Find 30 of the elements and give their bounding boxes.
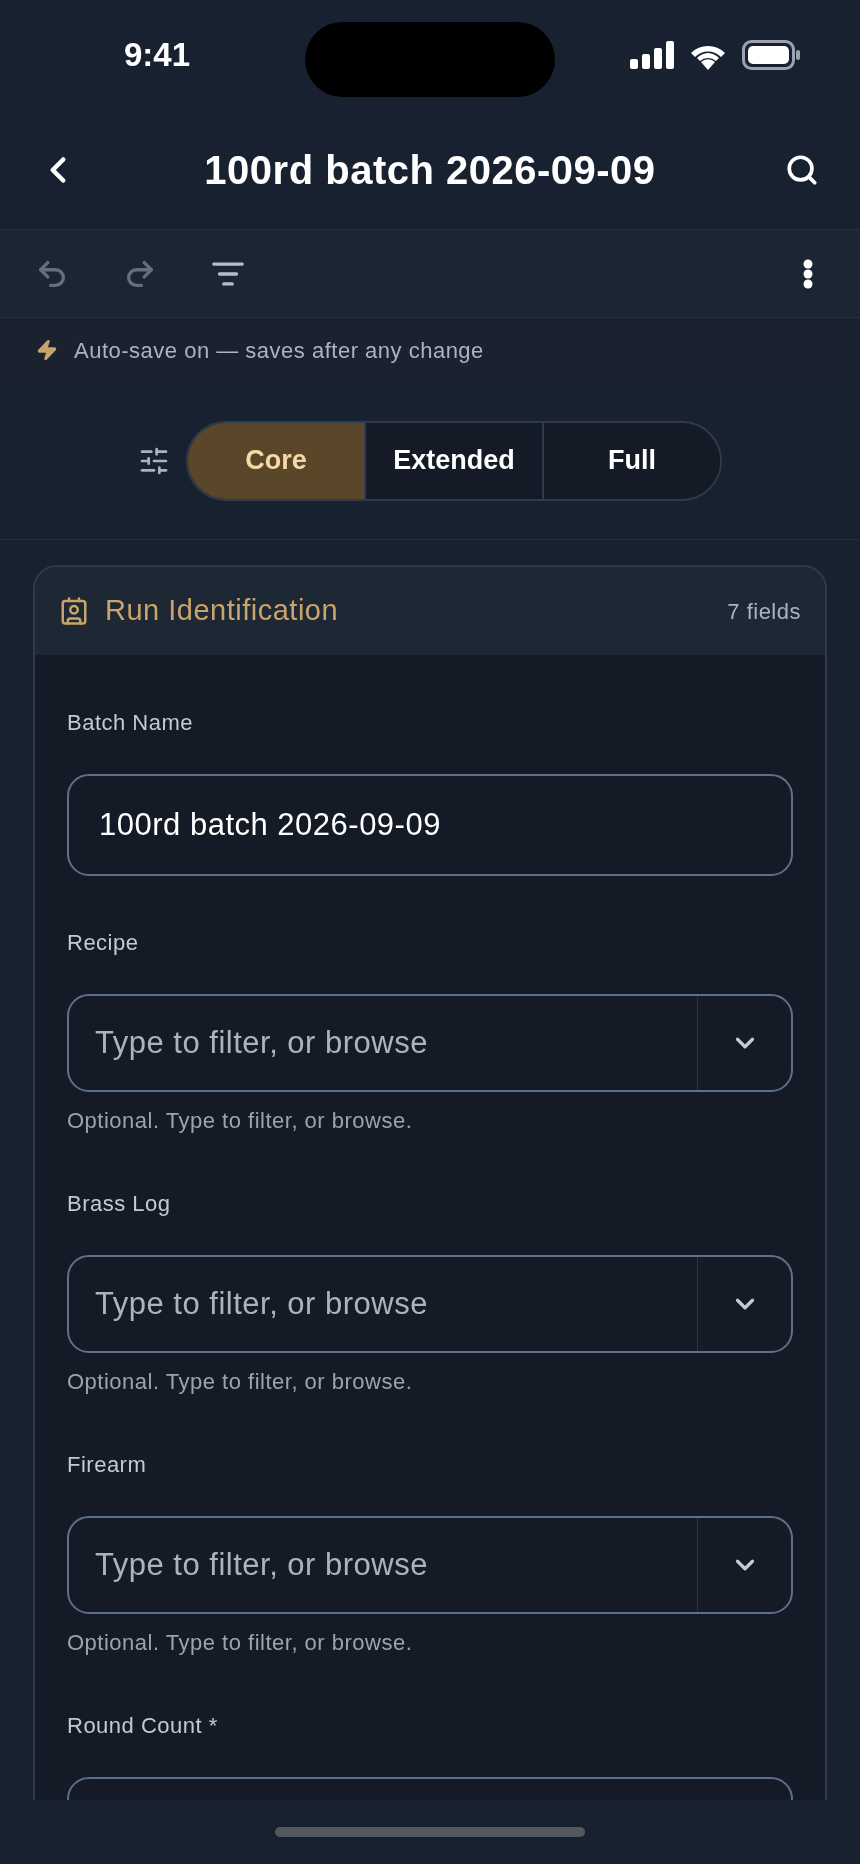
id-badge-icon bbox=[59, 596, 89, 626]
input-value: 100rd batch 2026-09-09 bbox=[99, 805, 441, 844]
lightning-icon bbox=[36, 339, 58, 361]
status-time: 9:41 bbox=[124, 35, 191, 76]
combobox-field[interactable]: Type to filter, or browse bbox=[67, 1255, 793, 1353]
signal-icon bbox=[630, 41, 674, 69]
field-label: Firearm bbox=[67, 1452, 148, 1478]
field-label: Brass Log bbox=[67, 1191, 172, 1217]
segment-tab[interactable]: Full bbox=[542, 422, 720, 499]
combobox-placeholder: Type to filter, or browse bbox=[94, 1284, 429, 1323]
help-text: Optional. Type to filter, or browse. bbox=[67, 1629, 414, 1657]
combobox-placeholder: Type to filter, or browse bbox=[94, 1023, 429, 1062]
more-icon bbox=[803, 258, 813, 289]
search-icon bbox=[785, 152, 819, 187]
battery-icon bbox=[742, 40, 800, 70]
combobox-field[interactable]: Type to filter, or browse bbox=[67, 1516, 793, 1614]
field-label: Recipe bbox=[67, 930, 140, 956]
section-title: Run Identification bbox=[105, 593, 339, 629]
input-field[interactable]: 100rd batch 2026-09-09 bbox=[67, 774, 793, 876]
combobox-placeholder: Type to filter, or browse bbox=[94, 1545, 429, 1584]
help-text: Optional. Type to filter, or browse. bbox=[67, 1368, 414, 1396]
field-label: Round Count * bbox=[67, 1713, 219, 1739]
segment-tab[interactable]: Extended bbox=[364, 422, 542, 499]
combobox-field[interactable]: Type to filter, or browse bbox=[67, 994, 793, 1092]
help-text: Optional. Type to filter, or browse. bbox=[67, 1107, 414, 1135]
page-title: 100rd batch 2026-09-09 bbox=[203, 146, 657, 194]
field-count: 7 fields bbox=[727, 597, 801, 626]
segment-tab[interactable]: Core bbox=[188, 422, 364, 499]
field-label: Batch Name bbox=[67, 710, 195, 736]
autosave-status: Auto-save on — saves after any change bbox=[74, 336, 484, 365]
